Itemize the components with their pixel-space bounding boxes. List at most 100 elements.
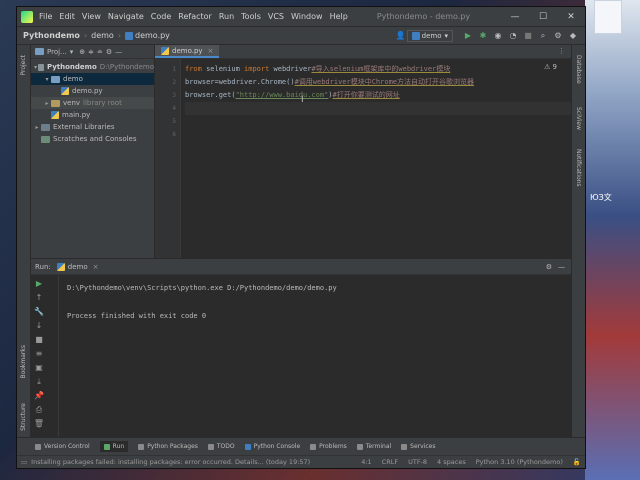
minimize-button[interactable]: — — [501, 12, 529, 22]
code-line[interactable]: browser=webdriver.Chrome()#调用webdriver模块… — [185, 76, 571, 89]
tree-item-scratches[interactable]: Scratches and Consoles — [31, 133, 154, 145]
print-icon[interactable]: ⎙ — [33, 405, 45, 419]
chevron-right-icon[interactable]: ▸ — [33, 124, 41, 131]
minimize-panel-icon[interactable]: — — [115, 48, 122, 56]
close-tab-icon[interactable]: × — [208, 47, 214, 55]
status-panel-icon[interactable]: ▭ — [21, 458, 27, 466]
lock-icon[interactable]: 🔓 — [573, 458, 581, 466]
expand-all-icon[interactable]: ≑ — [88, 48, 94, 56]
run-tab-demo[interactable]: demo — [68, 263, 88, 271]
warning-count-badge[interactable]: ⚠ 9 — [544, 63, 557, 71]
collapse-all-icon[interactable]: ≐ — [97, 48, 103, 56]
menu-edit[interactable]: Edit — [59, 12, 75, 21]
menu-view[interactable]: View — [82, 12, 101, 21]
profile-icon[interactable]: ◔ — [507, 31, 519, 40]
code-line[interactable] — [185, 128, 571, 141]
code-line-current[interactable] — [185, 102, 571, 115]
project-panel-title[interactable]: Proj... — [47, 48, 67, 56]
editor-tab-demo-py[interactable]: demo.py × — [155, 45, 220, 58]
trash-icon[interactable]: 🗑 — [33, 419, 45, 433]
code-content[interactable]: from selenium import webdriver#导入seleniu… — [181, 59, 571, 258]
debug-icon[interactable]: ✱ — [477, 31, 489, 40]
tree-item-label: Pythondemo — [46, 63, 97, 71]
tree-item-main-file[interactable]: main.py — [31, 109, 154, 121]
tab-run[interactable]: Run — [99, 441, 129, 452]
up-arrow-icon[interactable]: ↑ — [33, 293, 45, 307]
pin-icon[interactable]: 📌 — [33, 391, 45, 405]
stop-icon[interactable]: ■ — [33, 335, 45, 349]
status-line-separator[interactable]: CRLF — [382, 458, 398, 466]
close-window-button[interactable]: ✕ — [557, 12, 585, 22]
menu-window[interactable]: Window — [291, 12, 323, 21]
down-arrow-icon[interactable]: ↓ — [33, 321, 45, 335]
tab-terminal[interactable]: Terminal — [356, 443, 391, 450]
code-line[interactable]: browser.get("http://www.baidu.com")#打开你要… — [185, 89, 571, 102]
tab-version-control[interactable]: Version Control — [35, 443, 90, 450]
tree-item-demo-file[interactable]: demo.py — [31, 85, 154, 97]
run-configuration-select[interactable]: demo ▾ — [406, 29, 453, 42]
tree-item-project-root[interactable]: ▾ Pythondemo D:\Pythondemo — [31, 61, 154, 73]
stop-icon[interactable]: ■ — [522, 31, 534, 40]
locate-icon[interactable]: ⊕ — [79, 48, 85, 56]
tab-problems[interactable]: Problems — [310, 443, 347, 450]
menu-file[interactable]: File — [39, 12, 52, 21]
ide-logo-icon[interactable]: ◆ — [567, 31, 579, 40]
maximize-button[interactable]: ☐ — [529, 12, 557, 22]
database-tool-tab[interactable]: Database — [575, 55, 582, 84]
tab-python-console[interactable]: Python Console — [244, 443, 300, 450]
status-caret-position[interactable]: 4:1 — [361, 458, 371, 466]
status-interpreter[interactable]: Python 3.10 (Pythondemo) — [476, 458, 563, 466]
coverage-icon[interactable]: ◉ — [492, 31, 504, 40]
notifications-tool-tab[interactable]: Notifications — [575, 149, 582, 187]
tab-options-icon[interactable]: ⋮ — [552, 45, 571, 58]
menu-refactor[interactable]: Refactor — [178, 12, 212, 21]
structure-tool-tab[interactable]: Structure — [20, 403, 27, 431]
rerun-icon[interactable]: ▶ — [33, 279, 45, 293]
project-tool-tab[interactable]: Project — [20, 55, 27, 76]
search-icon[interactable]: ⌕ — [537, 31, 549, 41]
status-indent[interactable]: 4 spaces — [437, 458, 466, 466]
console-output[interactable]: D:\Pythondemo\venv\Scripts\python.exe D:… — [59, 275, 571, 437]
menu-run[interactable]: Run — [219, 12, 234, 21]
menu-navigate[interactable]: Navigate — [108, 12, 144, 21]
menu-code[interactable]: Code — [151, 12, 171, 21]
scroll-to-end-icon[interactable]: ⤓ — [33, 377, 45, 391]
settings-icon[interactable]: ⚙ — [552, 31, 564, 40]
chevron-down-icon[interactable]: ▾ — [70, 48, 74, 56]
gear-icon[interactable]: ⚙ — [106, 48, 112, 56]
line-number-gutter: 1 2 3 4 5 6 — [155, 59, 181, 258]
code-editor[interactable]: 1 2 3 4 5 6 from selenium import webdriv… — [155, 59, 571, 258]
status-message[interactable]: Installing packages failed: installing p… — [31, 458, 310, 466]
breadcrumb-file[interactable]: demo.py — [135, 31, 170, 40]
code-line[interactable] — [185, 115, 571, 128]
minimize-panel-icon[interactable]: — — [558, 263, 565, 271]
soft-wrap-icon[interactable]: ≡ — [33, 349, 45, 363]
close-tab-icon[interactable]: × — [93, 263, 99, 271]
status-encoding[interactable]: UTF-8 — [408, 458, 427, 466]
tab-todo[interactable]: TODO — [207, 443, 235, 450]
chevron-right-icon[interactable]: ▸ — [43, 100, 51, 107]
tab-python-packages[interactable]: Python Packages — [138, 443, 198, 450]
code-line[interactable]: from selenium import webdriver#导入seleniu… — [185, 63, 571, 76]
bookmarks-tool-tab[interactable]: Bookmarks — [20, 345, 27, 379]
tab-label: Services — [410, 443, 436, 450]
tree-item-external-libraries[interactable]: ▸ External Libraries — [31, 121, 154, 133]
tab-services[interactable]: Services — [401, 443, 435, 450]
wrench-icon[interactable]: 🔧 — [33, 307, 45, 321]
chevron-down-icon[interactable]: ▾ — [43, 76, 51, 83]
layout-icon[interactable]: ▣ — [33, 363, 45, 377]
menu-vcs[interactable]: VCS — [268, 12, 284, 21]
breadcrumb-folder[interactable]: demo — [91, 31, 114, 40]
sciview-tool-tab[interactable]: SciView — [575, 107, 582, 130]
user-icon[interactable]: 👤 — [395, 31, 407, 40]
line-number: 1 — [172, 66, 176, 73]
menu-tools[interactable]: Tools — [241, 12, 261, 21]
tree-item-venv[interactable]: ▸ venv library root — [31, 97, 154, 109]
desktop-file-icon[interactable] — [594, 0, 622, 34]
breadcrumb-project[interactable]: Pythondemo — [23, 31, 80, 40]
run-icon[interactable]: ▶ — [462, 31, 474, 40]
tree-item-demo-folder[interactable]: ▾ demo — [31, 73, 154, 85]
gear-icon[interactable]: ⚙ — [546, 263, 552, 271]
menu-help[interactable]: Help — [330, 12, 348, 21]
toolbar-right: 👤 demo ▾ ▶ ✱ ◉ ◔ ■ ⌕ ⚙ ◆ — [392, 29, 585, 42]
